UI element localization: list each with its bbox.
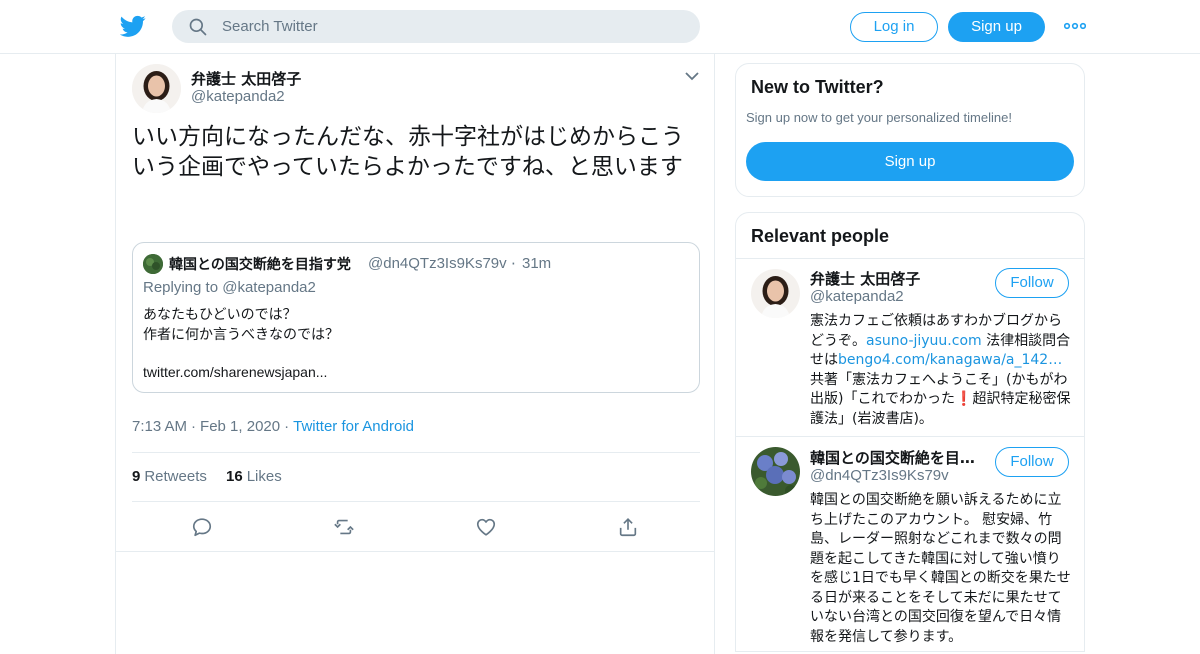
chevron-down-icon[interactable] — [684, 70, 700, 82]
tweet-date: Feb 1, 2020 — [200, 418, 281, 435]
retweet-icon[interactable] — [333, 516, 355, 538]
likes-label: Likes — [246, 468, 282, 485]
share-icon[interactable] — [617, 516, 639, 538]
twitter-logo-icon[interactable] — [120, 13, 146, 39]
quoted-text-line: 作者に何か言うべきなのでは？ — [143, 327, 339, 343]
likes-stat[interactable]: 16 Likes — [226, 468, 282, 485]
quoted-text-line: あなたもひどいのでは？ — [143, 307, 297, 323]
person-avatar[interactable] — [751, 269, 800, 318]
quoted-timestamp: 31m — [522, 255, 552, 272]
tweet-actions — [116, 502, 714, 552]
retweets-label: Retweets — [144, 468, 207, 485]
person-name[interactable]: 韓国との国交断絶を目… — [810, 447, 975, 468]
search-icon — [189, 18, 207, 36]
follow-button[interactable]: Follow — [995, 447, 1069, 477]
separator-dot: · — [511, 255, 516, 273]
tweet-stats: 9 Retweets 16 Likes — [132, 452, 700, 502]
exclamation-emoji-icon: ❗ — [955, 391, 973, 407]
top-bar: Log in Sign up — [0, 0, 1200, 54]
quoted-author-name: 韓国との国交断絶を目指す党 — [169, 257, 351, 273]
login-button[interactable]: Log in — [850, 12, 938, 42]
reply-icon[interactable] — [191, 516, 213, 538]
author-avatar[interactable] — [132, 64, 181, 113]
person-handle[interactable]: @dn4QTz3Is9Ks79v — [810, 467, 949, 484]
signup-button[interactable]: Sign up — [948, 12, 1045, 42]
sidebar-signup-button[interactable]: Sign up — [746, 142, 1074, 181]
quoted-author-avatar — [143, 254, 163, 274]
tweet-time: 7:13 AM — [132, 418, 188, 435]
divider — [736, 258, 1084, 259]
person-bio: 憲法カフェご依頼はあすわかブログからどうぞ。asuno-jiyuu.com 法律… — [810, 312, 1072, 429]
person-name[interactable]: 弁護士 太田啓子 — [810, 268, 920, 289]
tweet-source-link[interactable]: Twitter for Android — [293, 418, 414, 435]
tweet-text: いい方向になったんだな、赤十字社がはじめからこういう企画でやっていたらよかったで… — [132, 124, 684, 180]
divider — [736, 436, 1084, 437]
separator-dot: · — [191, 418, 197, 435]
bio-link[interactable]: asuno-jiyuu.com — [866, 333, 982, 349]
likes-count: 16 — [226, 468, 243, 485]
person-bio: 韓国との国交断絶を願い訴えるために立ち上げたこのアカウント。 慰安婦、竹島、レー… — [810, 492, 1071, 645]
tweet-metadata: 7:13 AM · Feb 1, 2020 · Twitter for Android — [132, 418, 414, 435]
relevant-people-card: Relevant people 弁護士 太田啓子 @katepanda2 Fol… — [735, 212, 1085, 652]
search-box[interactable] — [172, 10, 700, 43]
new-to-twitter-card: New to Twitter? Sign up now to get your … — [735, 63, 1085, 197]
new-to-twitter-title: New to Twitter? — [751, 77, 884, 97]
new-to-twitter-subtitle: Sign up now to get your personalized tim… — [746, 110, 1012, 125]
person-avatar[interactable] — [751, 447, 800, 496]
quoted-author-handle: @dn4QTz3Is9Ks79v — [368, 255, 507, 272]
relevant-people-title: Relevant people — [751, 226, 890, 246]
tweet-column: 弁護士 太田啓子 @katepanda2 いい方向になったんだな、赤十字社がはじ… — [115, 54, 715, 654]
bio-link[interactable]: bengo4.com/kanagawa/a_142… — [838, 352, 1062, 368]
retweets-count: 9 — [132, 468, 141, 485]
search-input[interactable] — [222, 10, 682, 43]
more-options-icon[interactable] — [1064, 16, 1086, 36]
person-handle[interactable]: @katepanda2 — [810, 288, 904, 305]
separator-dot: · — [284, 418, 290, 435]
author-handle[interactable]: @katepanda2 — [191, 88, 285, 105]
replying-to-text: Replying to @katepanda2 — [143, 279, 316, 296]
quoted-link: twitter.com/sharenewsjapan... — [143, 364, 328, 380]
like-icon[interactable] — [475, 516, 497, 538]
author-name[interactable]: 弁護士 太田啓子 — [191, 68, 301, 89]
follow-button[interactable]: Follow — [995, 268, 1069, 298]
retweets-stat[interactable]: 9 Retweets — [132, 468, 207, 485]
quoted-tweet[interactable]: 韓国との国交断絶を目指す党 @dn4QTz3Is9Ks79v · 31m Rep… — [132, 242, 700, 393]
